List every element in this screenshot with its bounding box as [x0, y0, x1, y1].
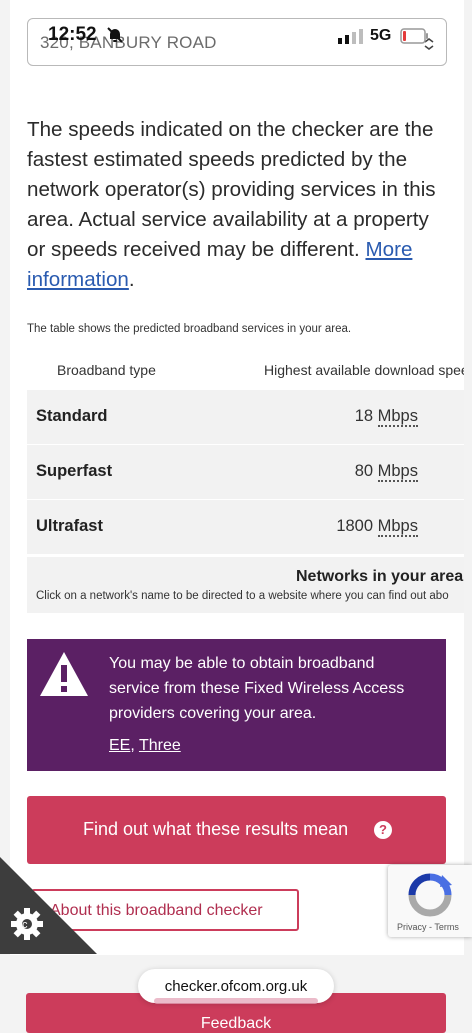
- results-card: 320, BANBURY ROAD The speeds indicated o…: [10, 0, 464, 955]
- header-broadband-type: Broadband type: [57, 362, 156, 378]
- row-type: Standard: [36, 407, 108, 425]
- provider-link-three[interactable]: Three: [139, 737, 181, 754]
- silent-bell-icon: [107, 27, 123, 43]
- table-row: Standard 18 Mbps: [27, 390, 464, 445]
- provider-separator: ,: [130, 737, 139, 754]
- row-speed: 18 Mbps: [354, 407, 418, 427]
- network-type: 5G: [370, 27, 392, 44]
- fixed-wireless-alert: You may be able to obtain broadband serv…: [27, 639, 446, 771]
- networks-title: Networks in your area: [296, 568, 464, 585]
- recaptcha-label[interactable]: Privacy - Terms: [397, 922, 459, 932]
- row-type: Ultrafast: [36, 517, 103, 535]
- gear-icon[interactable]: c: [9, 906, 45, 942]
- row-speed: 80 Mbps: [354, 462, 418, 482]
- status-time: 12:52: [48, 24, 97, 45]
- speed-unit[interactable]: Mbps: [377, 462, 418, 482]
- row-speed: 1800 Mbps: [336, 517, 418, 537]
- recaptcha-icon: [408, 873, 452, 917]
- speed-unit[interactable]: Mbps: [377, 517, 418, 537]
- networks-subtitle: Click on a network's name to be directed…: [36, 590, 449, 602]
- provider-links: EE, Three: [109, 737, 181, 755]
- url-text: checker.ofcom.org.uk: [164, 978, 308, 995]
- speed-unit[interactable]: Mbps: [377, 407, 418, 427]
- speed-value: 18: [354, 407, 374, 425]
- table-row: Ultrafast 1800 Mbps: [27, 500, 464, 555]
- feedback-label: Feedback: [200, 1015, 272, 1032]
- warning-icon: [40, 652, 88, 696]
- table-row: Superfast 80 Mbps: [27, 445, 464, 500]
- results-meaning-button[interactable]: Find out what these results mean ?: [27, 796, 446, 864]
- networks-section: Networks in your area Click on a network…: [27, 557, 464, 613]
- recaptcha-badge[interactable]: Privacy - Terms: [388, 865, 472, 937]
- results-meaning-label: Find out what these results mean: [83, 819, 349, 839]
- speed-value: 80: [354, 462, 374, 480]
- question-icon: ?: [374, 821, 392, 839]
- provider-link-ee[interactable]: EE: [109, 737, 130, 754]
- header-download-speed: Highest available download spee: [264, 362, 464, 378]
- battery-icon: [400, 28, 428, 44]
- browser-url-bar[interactable]: checker.ofcom.org.uk: [138, 969, 334, 1004]
- svg-text:c: c: [22, 919, 28, 931]
- table-caption: The table shows the predicted broadband …: [27, 323, 352, 335]
- signal-icon: [338, 29, 363, 44]
- intro-end: .: [128, 268, 135, 291]
- url-highlight: [154, 998, 318, 1004]
- row-type: Superfast: [36, 462, 113, 480]
- alert-text: You may be able to obtain broadband serv…: [109, 655, 405, 722]
- speed-value: 1800: [336, 517, 374, 535]
- intro-paragraph: The speeds indicated on the checker are …: [27, 115, 447, 295]
